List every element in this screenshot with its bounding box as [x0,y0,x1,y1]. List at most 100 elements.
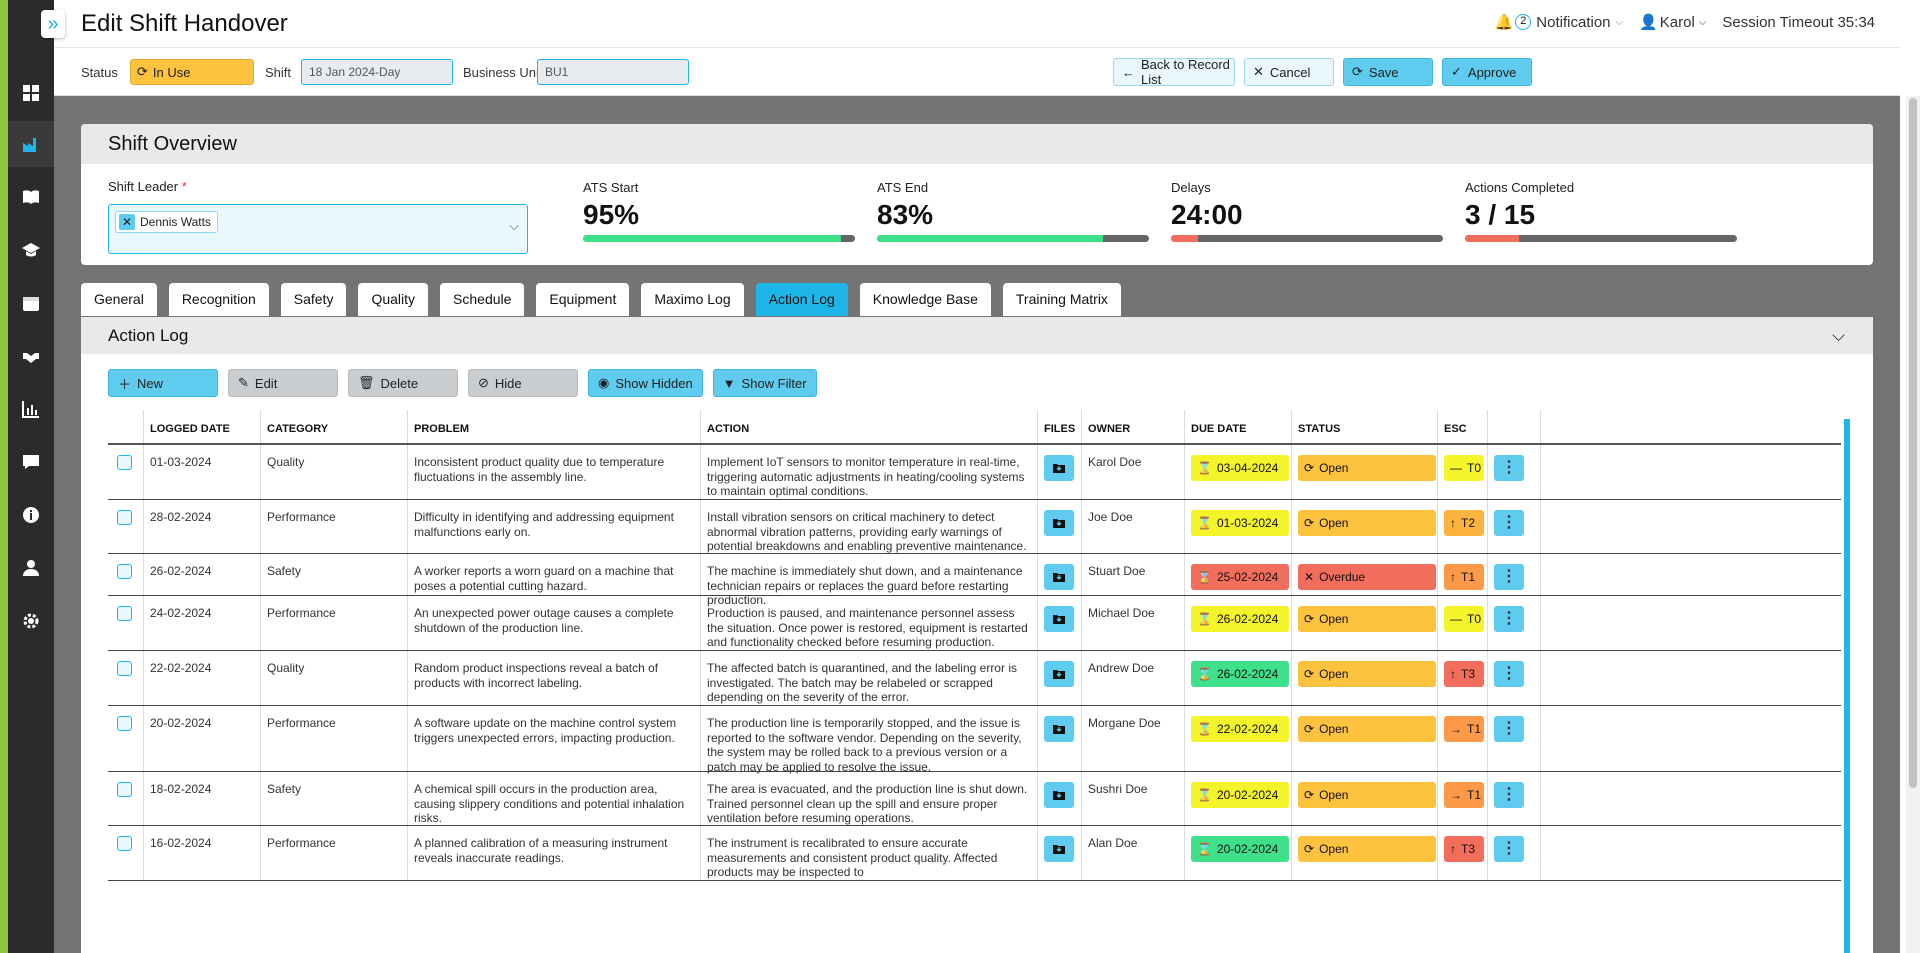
column-header[interactable]: OWNER [1082,410,1185,443]
table-row[interactable]: 26-02-2024 Safety A worker reports a worn … [108,554,1841,607]
column-header[interactable]: CATEGORY [261,410,408,443]
new-button[interactable]: ＋ New [108,369,218,397]
table-row[interactable]: 28-02-2024 Performance Difficulty in ident… [108,500,1841,554]
tab-quality[interactable]: Quality [358,283,429,316]
info-icon[interactable] [8,492,54,538]
file-download-button[interactable] [1044,782,1074,808]
row-menu-button[interactable]: ⋮ [1494,510,1524,536]
show-filter-button[interactable]: ▼ Show Filter [712,369,817,397]
table-scrollbar[interactable] [1844,419,1850,953]
file-download-button[interactable] [1044,564,1074,590]
row-checkbox[interactable] [117,564,132,579]
table-row[interactable]: 16-02-2024 Performance A planned calibrati… [108,826,1841,881]
table-row[interactable]: 22-02-2024 Quality Random product inspecti… [108,651,1841,706]
tab-equipment[interactable]: Equipment [536,283,630,316]
comment-icon[interactable] [8,439,54,485]
row-menu-button[interactable]: ⋮ [1494,661,1524,687]
file-download-button[interactable] [1044,455,1074,481]
chevron-down-icon[interactable]: ⌵ [1832,317,1845,354]
problem: Random product inspections reveal a batc… [414,661,659,690]
back-to-record-list-button[interactable]: ← Back to Record List [1113,57,1235,87]
user-menu[interactable]: 👤 Karol ⌵ [1639,13,1706,32]
shift-field[interactable]: 18 Jan 2024-Day [301,59,453,85]
logged-date: 20-02-2024 [150,716,212,730]
column-header[interactable]: FILES [1038,410,1082,443]
owner: Karol Doe [1088,455,1142,469]
chevron-down-icon[interactable]: ⌵ [509,218,519,234]
notification-menu[interactable]: 🔔 2 Notification ⌵ [1494,13,1623,32]
tab-training-matrix[interactable]: Training Matrix [1002,283,1121,316]
column-header[interactable]: DUE DATE [1185,410,1292,443]
row-menu-button[interactable]: ⋮ [1494,716,1524,742]
row-menu-button[interactable]: ⋮ [1494,455,1524,481]
cancel-button[interactable]: ✕ Cancel [1244,58,1334,86]
hide-button[interactable]: ⊘ Hide [468,369,578,397]
row-menu-button[interactable]: ⋮ [1494,836,1524,862]
row-menu-button[interactable]: ⋮ [1494,606,1524,632]
row-checkbox[interactable] [117,836,132,851]
tab-schedule[interactable]: Schedule [440,283,525,316]
tab-knowledge-base[interactable]: Knowledge Base [859,283,991,316]
hourglass-icon: ⌛ [1197,721,1212,736]
row-checkbox[interactable] [117,661,132,676]
file-download-button[interactable] [1044,606,1074,632]
column-header[interactable]: STATUS [1292,410,1438,443]
logged-date: 22-02-2024 [150,661,212,675]
user-icon[interactable] [8,545,54,591]
handshake-icon[interactable] [8,333,54,379]
row-checkbox[interactable] [117,510,132,525]
factory-icon[interactable] [8,121,54,167]
approve-button[interactable]: ✓ Approve [1442,58,1532,86]
escalation-badge: — T0 [1444,606,1484,632]
column-header[interactable]: PROBLEM [408,410,701,443]
kpi-progress-bar [1465,235,1737,242]
tab-safety[interactable]: Safety [280,283,347,316]
book-icon[interactable] [8,174,54,220]
tab-maximo-log[interactable]: Maximo Log [641,283,744,316]
escalation-arrow-icon: — [1450,460,1462,475]
row-checkbox[interactable] [117,455,132,470]
due-date: 25-02-2024 [1216,569,1279,584]
shift-leader-select[interactable]: ✕ Dennis Watts ⌵ [108,204,528,254]
table-row[interactable]: 24-02-2024 Performance An unexpected power… [108,596,1841,651]
page-scrollbar-thumb[interactable] [1909,98,1917,788]
file-download-button[interactable] [1044,836,1074,862]
table-row[interactable]: 01-03-2024 Quality Inconsistent product qu… [108,445,1841,500]
calendar-icon[interactable] [8,280,54,326]
row-checkbox[interactable] [117,782,132,797]
column-header[interactable]: ACTION [701,410,1038,443]
column-header[interactable]: LOGGED DATE [144,410,261,443]
status-badge: ⟳ Open [1298,661,1436,687]
show-hidden-button[interactable]: ◉ Show Hidden [588,369,703,397]
save-button[interactable]: ⟳ Save [1343,58,1433,86]
row-menu-button[interactable]: ⋮ [1494,782,1524,808]
kpi-actions-completed: Actions Completed 3 / 15 [1465,180,1737,242]
business-unit-field[interactable]: BU1 [537,59,689,85]
row-checkbox[interactable] [117,716,132,731]
action-log-panel: Action Log ⌵ ＋ New ✎ Edit 🗑 Delete ⊘ Hide ◉ S… [81,317,1873,953]
file-download-button[interactable] [1044,661,1074,687]
row-checkbox[interactable] [117,606,132,621]
remove-chip-icon[interactable]: ✕ [119,214,135,230]
file-download-button[interactable] [1044,716,1074,742]
column-header[interactable]: ESC [1438,410,1488,443]
graduation-cap-icon[interactable] [8,227,54,273]
chart-icon[interactable] [8,386,54,432]
row-menu-button[interactable]: ⋮ [1494,564,1524,590]
tab-action-log[interactable]: Action Log [755,283,848,316]
edit-button[interactable]: ✎ Edit [228,369,338,397]
table-row[interactable]: 20-02-2024 Performance A software update o… [108,706,1841,774]
table-row[interactable]: 18-02-2024 Safety A chemical spill occurs … [108,772,1841,826]
dashboard-icon[interactable] [8,70,54,116]
sidebar-toggle-icon[interactable]: » [41,10,65,38]
bell-icon: 🔔 [1494,14,1514,31]
file-download-button[interactable] [1044,510,1074,536]
escalation-level: T3 [1461,841,1476,856]
tab-general[interactable]: General [81,283,157,316]
page-scrollbar[interactable] [1906,96,1920,953]
tab-recognition[interactable]: Recognition [168,283,269,316]
delete-button[interactable]: 🗑 Delete [348,369,458,397]
action-log-header[interactable]: Action Log ⌵ [81,317,1873,354]
gear-icon[interactable] [8,598,54,644]
kpi-label: ATS End [877,180,929,195]
